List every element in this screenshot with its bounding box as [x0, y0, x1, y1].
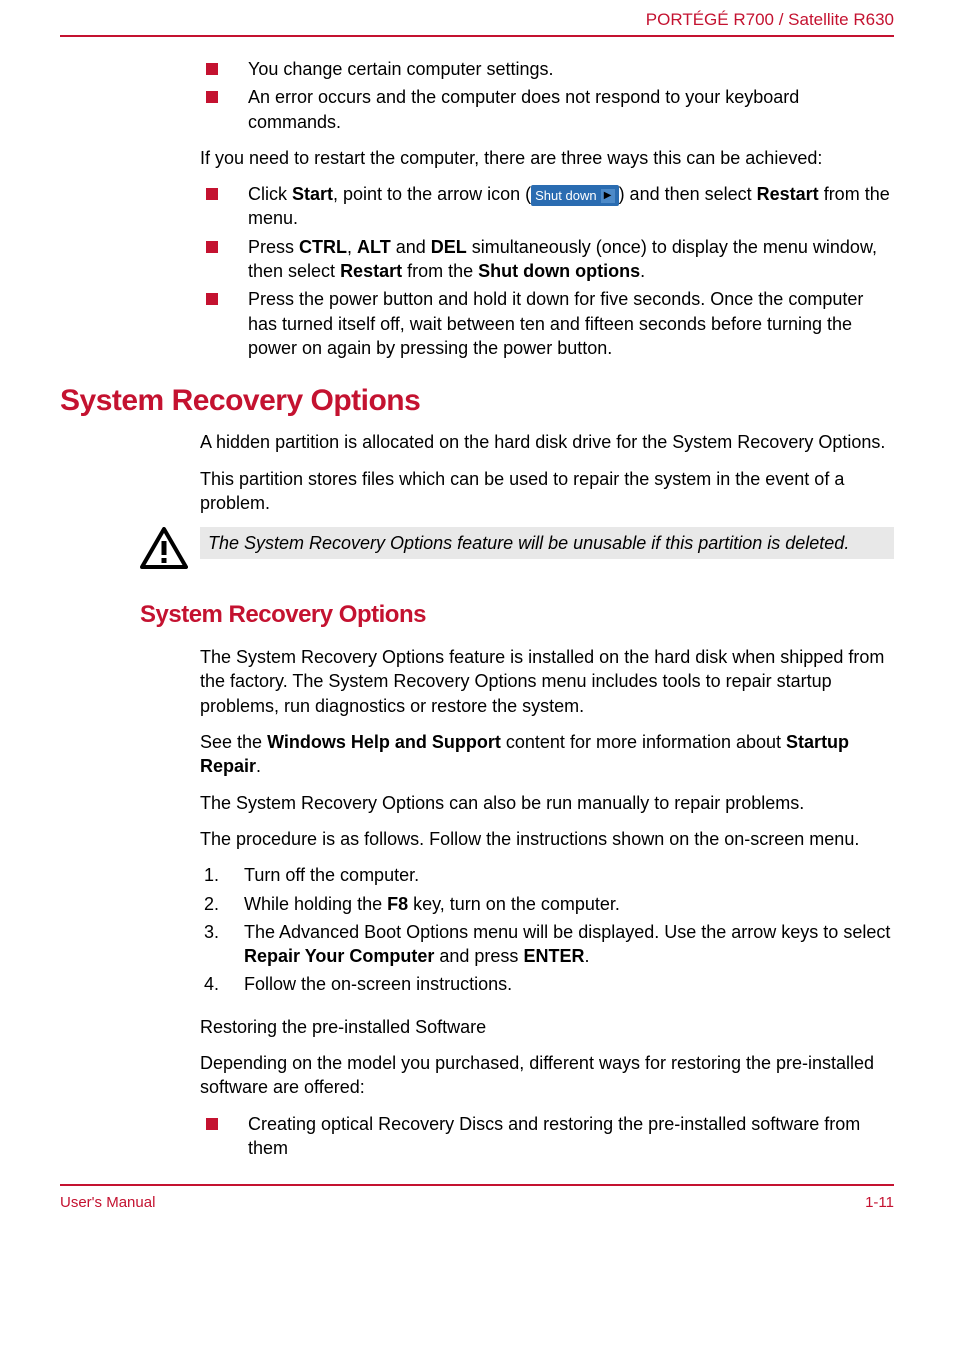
page-footer: User's Manual 1-11 — [60, 1184, 894, 1231]
paragraph: This partition stores files which can be… — [200, 467, 894, 516]
list-item: Creating optical Recovery Discs and rest… — [200, 1112, 894, 1161]
text: key, turn on the computer. — [408, 894, 620, 914]
list-item-text: You change certain computer settings. — [248, 59, 554, 79]
paragraph: See the Windows Help and Support content… — [200, 730, 894, 779]
steps-list: Turn off the computer. While holding the… — [200, 863, 894, 996]
bold-text: Shut down options — [478, 261, 640, 281]
arrow-icon: ▶ — [601, 189, 615, 203]
text: . — [256, 756, 261, 776]
shutdown-label: Shut down — [535, 188, 596, 203]
text: The Advanced Boot Options menu will be d… — [244, 922, 890, 942]
text: Press — [248, 237, 299, 257]
text: See the — [200, 732, 267, 752]
bold-text: Repair Your Computer — [244, 946, 434, 966]
text: . — [640, 261, 645, 281]
warning-callout: The System Recovery Options feature will… — [200, 527, 894, 569]
bold-text: CTRL — [299, 237, 347, 257]
bold-text: ALT — [357, 237, 391, 257]
list-item-text: An error occurs and the computer does no… — [248, 87, 799, 131]
text: While holding the — [244, 894, 387, 914]
bold-text: ENTER — [523, 946, 584, 966]
list-item: While holding the F8 key, turn on the co… — [224, 892, 894, 916]
restore-list: Creating optical Recovery Discs and rest… — [200, 1112, 894, 1161]
bold-text: Start — [292, 184, 333, 204]
text: content for more information about — [501, 732, 786, 752]
list-item-text: Turn off the computer. — [244, 865, 419, 885]
text: and press — [434, 946, 523, 966]
footer-right: 1-11 — [865, 1194, 894, 1211]
text: Click — [248, 184, 292, 204]
header-product-text: PORTÉGÉ R700 / Satellite R630 — [646, 10, 894, 29]
subsection-heading: System Recovery Options — [140, 601, 894, 629]
warning-icon — [140, 527, 188, 569]
list-item: Click Start, point to the arrow icon (Sh… — [200, 182, 894, 231]
text: and — [391, 237, 431, 257]
text: ) and then select — [619, 184, 757, 204]
paragraph: The System Recovery Options feature is i… — [200, 645, 894, 718]
paragraph: Depending on the model you purchased, di… — [200, 1051, 894, 1100]
text: , point to the arrow icon ( — [333, 184, 531, 204]
intro-list-2: Click Start, point to the arrow icon (Sh… — [200, 182, 894, 360]
list-item-text: Follow the on-screen instructions. — [244, 974, 512, 994]
list-item: The Advanced Boot Options menu will be d… — [224, 920, 894, 969]
list-item: An error occurs and the computer does no… — [200, 85, 894, 134]
bold-text: Restart — [757, 184, 819, 204]
shutdown-button-image: Shut down ▶ — [531, 185, 618, 207]
list-item: Press CTRL, ALT and DEL simultaneously (… — [200, 235, 894, 284]
list-item-text: Creating optical Recovery Discs and rest… — [248, 1114, 860, 1158]
intro-list-1: You change certain computer settings. An… — [200, 57, 894, 134]
intro-paragraph: If you need to restart the computer, the… — [200, 146, 894, 170]
text: . — [584, 946, 589, 966]
list-item: Turn off the computer. — [224, 863, 894, 887]
bold-text: DEL — [431, 237, 467, 257]
bold-text: F8 — [387, 894, 408, 914]
restore-subtitle: Restoring the pre-installed Software — [200, 1015, 894, 1039]
list-item-text: Press the power button and hold it down … — [248, 289, 863, 358]
paragraph: The procedure is as follows. Follow the … — [200, 827, 894, 851]
bold-text: Restart — [340, 261, 402, 281]
text: , — [347, 237, 357, 257]
list-item: Press the power button and hold it down … — [200, 287, 894, 360]
footer-left: User's Manual — [60, 1194, 155, 1211]
list-item: Follow the on-screen instructions. — [224, 972, 894, 996]
bold-text: Windows Help and Support — [267, 732, 501, 752]
paragraph: The System Recovery Options can also be … — [200, 791, 894, 815]
callout-text: The System Recovery Options feature will… — [200, 527, 894, 559]
text: from the — [402, 261, 478, 281]
page-header: PORTÉGÉ R700 / Satellite R630 — [60, 0, 894, 35]
list-item: You change certain computer settings. — [200, 57, 894, 81]
header-divider — [60, 35, 894, 37]
paragraph: A hidden partition is allocated on the h… — [200, 430, 894, 454]
section-heading-1: System Recovery Options — [60, 384, 894, 418]
